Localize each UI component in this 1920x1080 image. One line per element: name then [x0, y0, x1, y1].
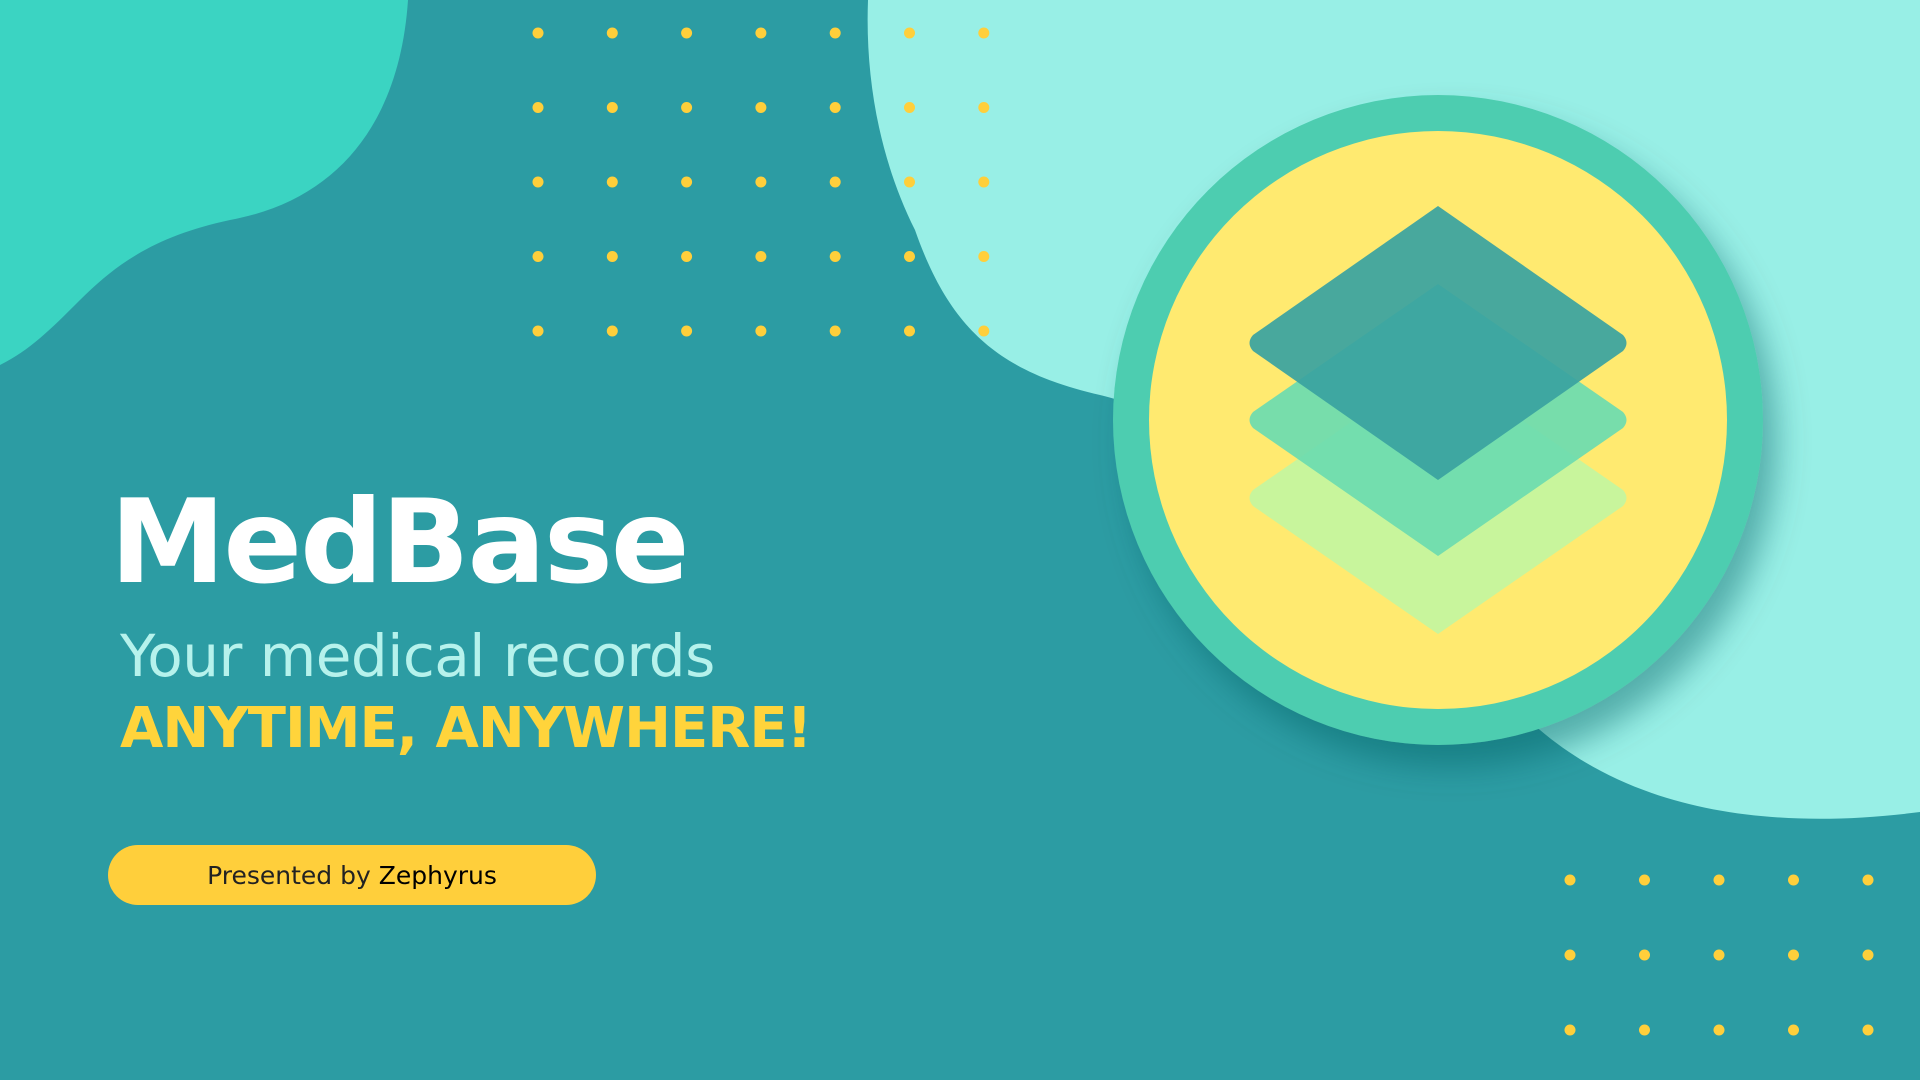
decor-dot — [904, 102, 915, 113]
decor-dot — [755, 27, 767, 39]
decor-dot — [904, 27, 915, 39]
decor-dot — [1639, 1024, 1650, 1036]
tagline: ANYTIME, ANYWHERE! — [120, 696, 812, 761]
decor-dot — [829, 27, 841, 39]
decor-dot — [681, 27, 693, 39]
decor-dot — [755, 251, 767, 262]
decor-dot — [1862, 1024, 1874, 1036]
decor-dot — [978, 27, 990, 39]
decor-dot — [1639, 874, 1650, 886]
decor-dot — [532, 27, 544, 39]
decor-dot — [1862, 949, 1874, 961]
presenter-prefix: Presented by — [207, 860, 371, 890]
title-slide: MedBase Your medical records ANYTIME, AN… — [0, 0, 1920, 1080]
decor-dot — [532, 102, 544, 113]
decor-dot — [829, 325, 841, 337]
decor-dot — [978, 251, 990, 262]
decor-dot — [606, 325, 618, 337]
decor-dot — [532, 325, 544, 337]
presenter-name: Zephyrus — [378, 860, 497, 890]
decor-dot — [1564, 874, 1576, 886]
decor-dot — [904, 176, 915, 188]
decor-dot — [681, 102, 693, 113]
decor-dot — [829, 102, 841, 113]
decor-dot — [1713, 874, 1725, 886]
decor-dot — [1564, 949, 1576, 961]
decor-dot — [606, 27, 618, 39]
decor-dot — [978, 325, 990, 337]
decor-dot — [1862, 874, 1874, 886]
decor-dot — [532, 251, 544, 262]
decor-dot — [978, 102, 990, 113]
decor-dot — [755, 325, 767, 337]
decor-dot — [606, 102, 618, 113]
decor-dot — [755, 176, 767, 188]
decor-dot — [755, 102, 767, 113]
decor-dot — [904, 251, 915, 262]
logo — [1113, 95, 1763, 745]
decor-dot — [829, 176, 841, 188]
decor-dot — [532, 176, 544, 188]
app-title: MedBase — [110, 475, 690, 610]
decor-dot — [829, 251, 841, 262]
decor-dot — [1788, 949, 1799, 961]
decor-dot — [1788, 1024, 1799, 1036]
decor-dot — [978, 176, 990, 188]
decor-dot — [681, 251, 693, 262]
decor-dot — [1639, 949, 1650, 961]
presenter-badge: Presented by Zephyrus — [108, 845, 596, 905]
decor-dot — [606, 251, 618, 262]
dot-grid-bottom-right — [1564, 874, 1874, 1036]
decor-dot — [606, 176, 618, 188]
decor-dot — [904, 325, 915, 337]
decor-dot — [1713, 1024, 1725, 1036]
decor-dot — [681, 176, 693, 188]
subtitle: Your medical records — [120, 622, 715, 690]
decor-dot — [681, 325, 693, 337]
decor-dot — [1713, 949, 1725, 961]
decor-dot — [1564, 1024, 1576, 1036]
blob-top-left — [0, 0, 408, 365]
decor-dot — [1788, 874, 1799, 886]
